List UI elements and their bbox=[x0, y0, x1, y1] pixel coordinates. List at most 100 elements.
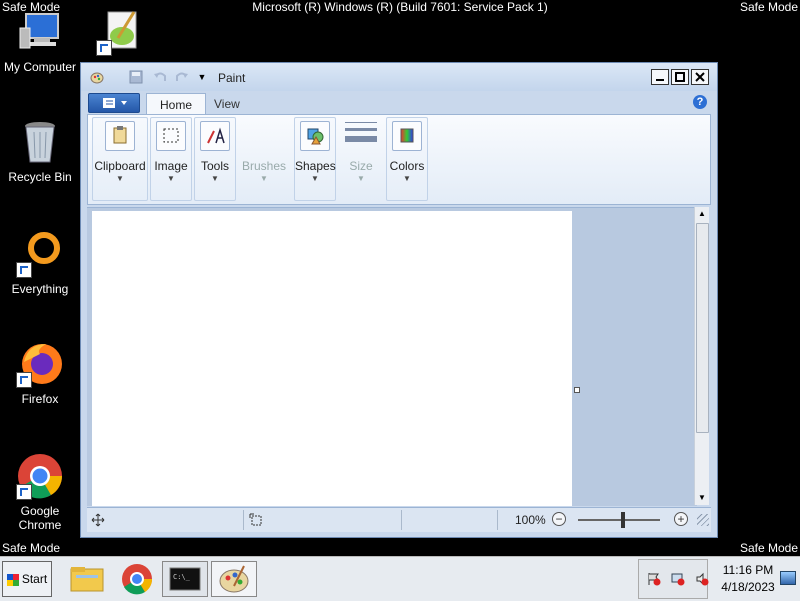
menu-icon bbox=[103, 98, 127, 108]
ribbon-group-label: Clipboard bbox=[94, 159, 146, 173]
start-label: Start bbox=[21, 572, 48, 586]
ribbon-group-label: Size bbox=[349, 159, 373, 173]
close-button[interactable] bbox=[691, 69, 709, 85]
start-button[interactable]: Start bbox=[2, 561, 52, 597]
paint-icon bbox=[219, 565, 249, 593]
ribbon-group-size: Size ▼ bbox=[340, 117, 382, 201]
action-center-icon[interactable] bbox=[647, 572, 661, 586]
chevron-down-icon: ▼ bbox=[260, 174, 268, 183]
close-icon bbox=[695, 72, 705, 82]
canvas-workspace[interactable] bbox=[87, 207, 697, 506]
shortcut-arrow-icon bbox=[16, 262, 32, 278]
taskbar-file-explorer[interactable] bbox=[64, 561, 110, 597]
shortcut-arrow-icon bbox=[96, 40, 112, 56]
selection-size-icon bbox=[249, 513, 262, 526]
safe-mode-label-bottom-left: Safe Mode bbox=[2, 541, 61, 555]
drawing-canvas[interactable] bbox=[92, 211, 572, 506]
canvas-resize-handle[interactable] bbox=[574, 387, 580, 393]
svg-text:C:\_: C:\_ bbox=[173, 573, 191, 581]
everything-search-icon bbox=[16, 230, 64, 278]
shapes-icon bbox=[300, 121, 330, 151]
scrollbar-thumb[interactable] bbox=[696, 223, 709, 433]
scroll-up-icon[interactable]: ▲ bbox=[695, 207, 709, 221]
show-desktop-icon[interactable] bbox=[780, 571, 796, 585]
firefox-icon bbox=[16, 340, 64, 388]
scroll-down-icon[interactable]: ▼ bbox=[695, 491, 709, 505]
desktop-icon-notepad-plus-plus[interactable] bbox=[80, 8, 160, 60]
vertical-scrollbar[interactable]: ▲ ▼ bbox=[694, 207, 709, 505]
windows-flag-icon bbox=[6, 573, 19, 586]
desktop-icon-google-chrome[interactable]: Google Chrome bbox=[0, 452, 80, 532]
desktop-icon-label: Recycle Bin bbox=[8, 170, 72, 184]
size-icon bbox=[341, 118, 381, 151]
zoom-out-button[interactable]: − bbox=[552, 512, 566, 526]
zoom-in-button[interactable]: + bbox=[674, 512, 688, 526]
maximize-button[interactable] bbox=[671, 69, 689, 85]
computer-icon bbox=[16, 8, 64, 56]
minimize-icon bbox=[656, 79, 664, 81]
ribbon-group-clipboard[interactable]: Clipboard ▼ bbox=[92, 117, 148, 201]
taskbar-paint[interactable] bbox=[211, 561, 257, 597]
help-icon[interactable]: ? bbox=[693, 95, 707, 109]
minimize-button[interactable] bbox=[651, 69, 669, 85]
redo-icon[interactable] bbox=[175, 70, 189, 84]
desktop-icon-label: Everything bbox=[11, 282, 69, 296]
ribbon-group-shapes[interactable]: Shapes ▼ bbox=[294, 117, 336, 201]
paint-menu-button[interactable] bbox=[88, 93, 140, 113]
clock-date[interactable]: 4/18/2023 bbox=[718, 580, 778, 594]
ribbon-group-label: Tools bbox=[200, 159, 229, 173]
safe-mode-label-bottom-right: Safe Mode bbox=[739, 541, 798, 555]
chevron-down-icon: ▼ bbox=[403, 174, 411, 183]
ribbon-group-image[interactable]: Image ▼ bbox=[150, 117, 192, 201]
status-bar: 100% − + bbox=[87, 507, 711, 532]
recycle-bin-icon bbox=[16, 118, 64, 166]
resize-grip[interactable] bbox=[697, 514, 709, 526]
chrome-icon bbox=[16, 452, 64, 500]
zoom-level: 100% bbox=[515, 513, 546, 527]
maximize-icon bbox=[675, 72, 685, 82]
ribbon-group-colors[interactable]: Colors ▼ bbox=[386, 117, 428, 201]
image-size-panel bbox=[403, 510, 498, 530]
zoom-slider[interactable] bbox=[578, 519, 660, 521]
clipboard-icon bbox=[105, 121, 135, 151]
desktop-icon-recycle-bin[interactable]: Recycle Bin bbox=[0, 118, 80, 184]
tab-home[interactable]: Home bbox=[146, 93, 207, 116]
customize-quick-access-icon[interactable]: ▼ bbox=[195, 70, 209, 84]
select-icon bbox=[156, 121, 186, 151]
command-prompt-icon: C:\_ bbox=[169, 567, 201, 591]
ribbon-group-brushes: Brushes ▼ bbox=[238, 117, 290, 201]
selection-size-panel bbox=[245, 510, 402, 530]
taskbar: Start C:\_ 11:16 PM 4/18/2023 bbox=[0, 556, 800, 601]
ribbon-group-tools[interactable]: Tools ▼ bbox=[194, 117, 236, 201]
ribbon-tabs: Home View ? bbox=[87, 91, 711, 116]
file-explorer-icon bbox=[70, 567, 104, 592]
volume-icon[interactable] bbox=[695, 572, 709, 586]
desktop-icon-label: Google Chrome bbox=[18, 504, 62, 532]
chevron-down-icon: ▼ bbox=[211, 174, 219, 183]
notification-tray bbox=[638, 559, 709, 599]
ribbon-group-label: Colors bbox=[389, 159, 425, 173]
shortcut-arrow-icon bbox=[16, 372, 32, 388]
network-icon[interactable] bbox=[671, 572, 685, 586]
chevron-down-icon: ▼ bbox=[116, 174, 124, 183]
tab-view[interactable]: View bbox=[201, 93, 253, 115]
clock-time[interactable]: 11:16 PM bbox=[718, 563, 778, 577]
desktop-icon-firefox[interactable]: Firefox bbox=[0, 340, 80, 406]
taskbar-chrome[interactable] bbox=[114, 561, 160, 597]
notepad-plus-plus-icon bbox=[96, 8, 144, 56]
zoom-slider-thumb[interactable] bbox=[621, 512, 625, 528]
paint-window[interactable]: ▼ Paint Home View ? Clipboard ▼ Image ▼ … bbox=[80, 62, 718, 538]
desktop-icon-my-computer[interactable]: My Computer bbox=[0, 8, 80, 74]
desktop-icon-label: My Computer bbox=[3, 60, 77, 74]
shortcut-arrow-icon bbox=[16, 484, 32, 500]
ribbon-group-label: Shapes bbox=[295, 159, 336, 173]
save-icon[interactable] bbox=[129, 70, 143, 84]
color-palette-icon bbox=[392, 121, 422, 151]
desktop-icon-everything[interactable]: Everything bbox=[0, 230, 80, 296]
ribbon-group-label: Image bbox=[154, 159, 188, 173]
taskbar-command-prompt[interactable]: C:\_ bbox=[162, 561, 208, 597]
undo-icon[interactable] bbox=[153, 70, 167, 84]
ribbon-group-label: Brushes bbox=[241, 159, 287, 173]
chevron-down-icon: ▼ bbox=[357, 174, 365, 183]
title-bar[interactable]: ▼ Paint bbox=[81, 63, 717, 91]
